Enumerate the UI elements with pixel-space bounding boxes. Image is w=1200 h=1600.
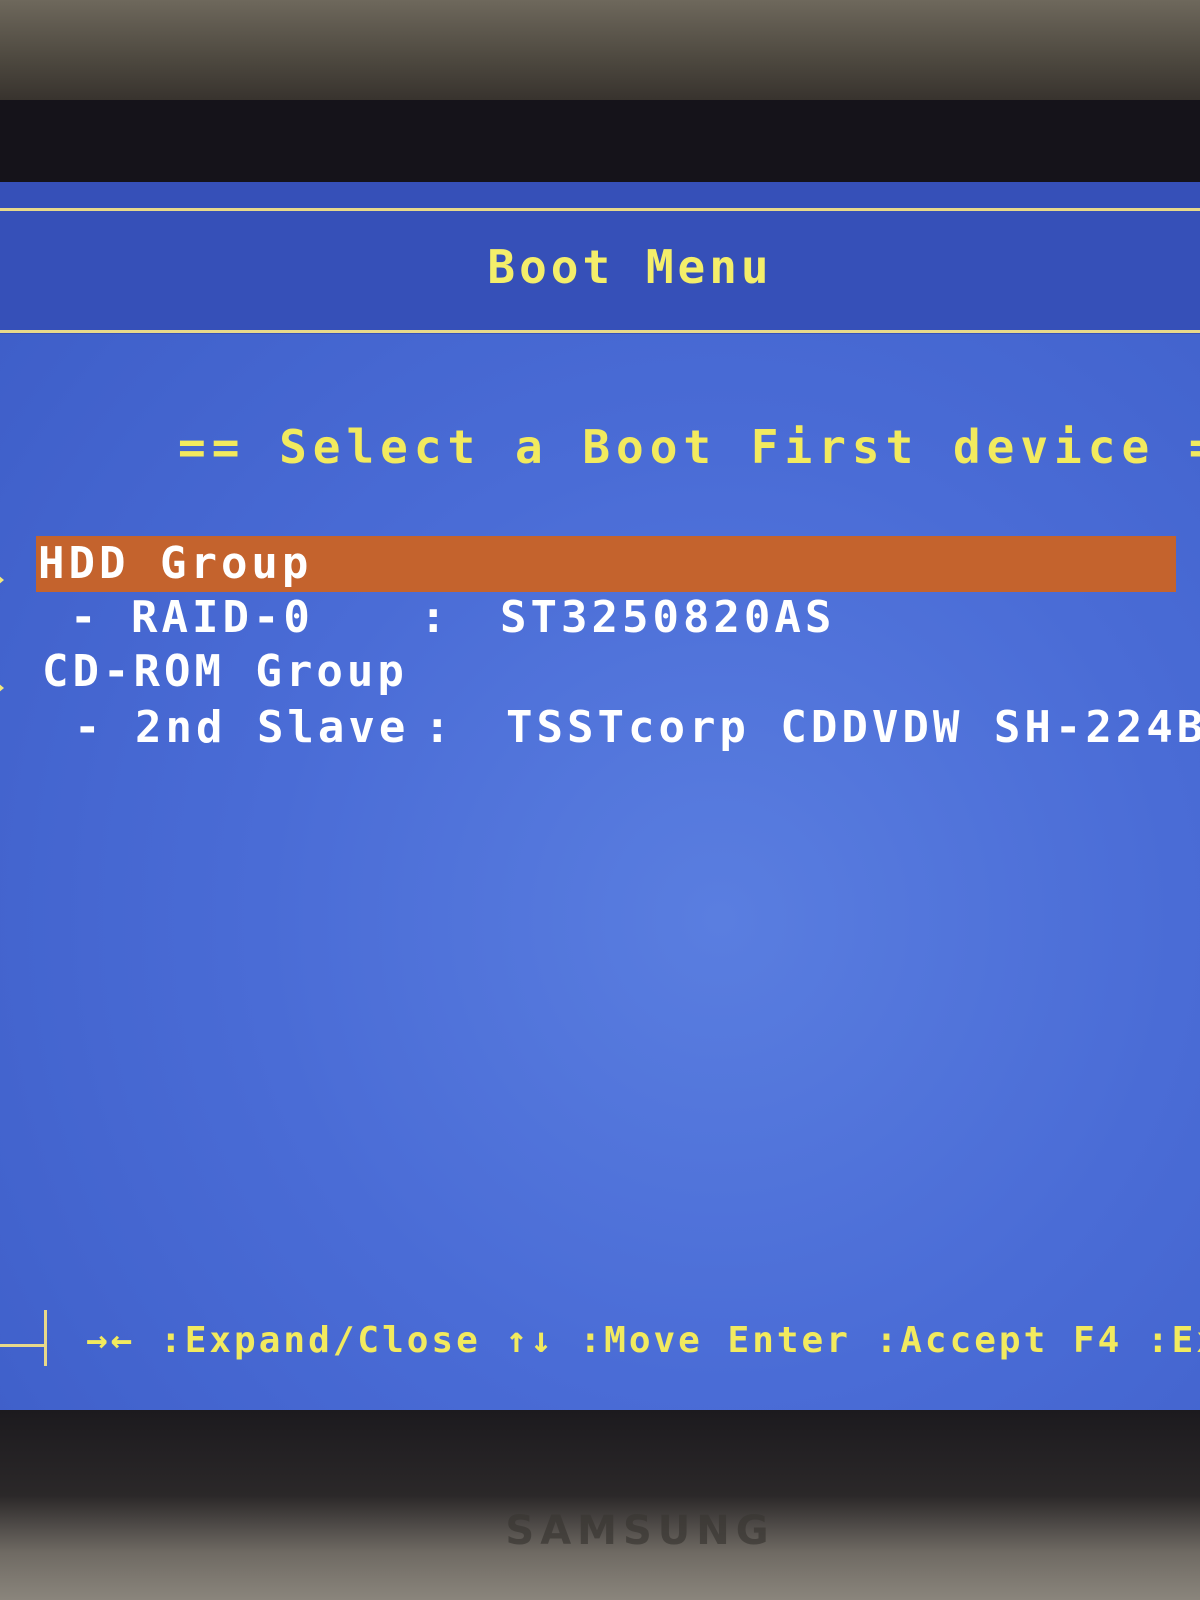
device-raid-sep: : [420, 592, 451, 643]
boot-prompt: == Select a Boot First device == [178, 420, 1200, 474]
arrow-right-icon [0, 678, 4, 698]
footer-corner-line-vertical [44, 1310, 47, 1366]
monitor-bezel-bottom [0, 1410, 1200, 1600]
device-slave-model[interactable]: TSSTcorp CDDVDW SH-224BB [506, 700, 1200, 756]
device-raid-name[interactable]: - RAID-0 [70, 590, 314, 646]
device-slave-name[interactable]: - 2nd Slave [74, 700, 409, 756]
monitor-bezel-inner-top [0, 100, 1200, 182]
device-slave-sep: : [424, 702, 455, 753]
page-title: Boot Menu [487, 240, 773, 294]
header-rule-top [0, 208, 1200, 211]
bios-screen: Boot Menu == Select a Boot First device … [0, 182, 1200, 1410]
boot-group-cdrom[interactable]: CD-ROM Group [42, 644, 408, 700]
monitor-bezel-top [0, 0, 1200, 100]
device-raid-model[interactable]: ST3250820AS [500, 590, 835, 646]
arrow-right-icon [0, 570, 4, 590]
header-rule-bottom [0, 330, 1200, 333]
boot-group-hdd[interactable]: HDD Group [36, 536, 1176, 592]
footer-corner-line-horizontal [0, 1344, 46, 1347]
key-help-bar: →← :Expand/Close ↑↓ :Move Enter :Accept … [86, 1320, 1200, 1361]
monitor-brand-logo: SAMSUNG [505, 1508, 775, 1554]
